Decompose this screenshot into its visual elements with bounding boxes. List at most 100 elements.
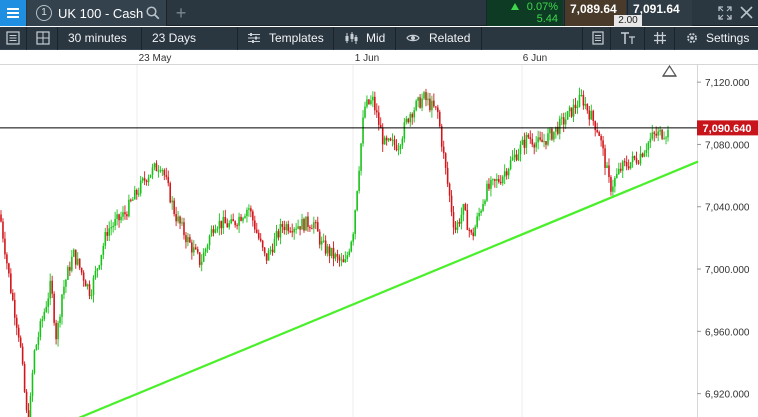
templates-button[interactable]: Templates — [238, 27, 334, 50]
candle-body — [31, 372, 34, 396]
menu-button[interactable] — [0, 0, 26, 26]
candle-body — [421, 98, 423, 108]
candle-body — [330, 247, 333, 256]
candle-body — [67, 267, 69, 280]
candle-body — [625, 162, 628, 167]
text-tool-button[interactable] — [611, 27, 645, 50]
candle-body — [387, 138, 390, 141]
candle-body — [214, 229, 217, 233]
candle-body — [460, 214, 463, 224]
trend-line[interactable] — [36, 160, 699, 417]
candle-body — [372, 96, 374, 101]
expand-icon[interactable] — [718, 6, 732, 20]
settings-button[interactable]: Settings — [675, 27, 758, 50]
candle-body — [269, 249, 272, 251]
candle-body — [228, 223, 231, 228]
candle-body — [454, 227, 457, 230]
candle-body — [539, 137, 541, 140]
candle-body — [511, 157, 514, 161]
candle-body — [124, 212, 126, 215]
related-button[interactable]: Related — [396, 27, 482, 50]
candle-body — [667, 129, 669, 138]
chart-list-button[interactable] — [0, 27, 27, 50]
candle-body — [407, 118, 410, 123]
candle-body — [391, 139, 394, 141]
notes-button[interactable] — [582, 27, 611, 50]
candle-body — [362, 117, 364, 144]
candlesticks — [0, 87, 669, 417]
candle-body — [537, 137, 539, 143]
candle-body — [55, 322, 57, 340]
candle-body — [257, 232, 260, 239]
candle-body — [41, 319, 44, 322]
candle-body — [43, 311, 46, 320]
scroll-to-latest-button[interactable] — [661, 64, 678, 77]
candle-body — [446, 167, 449, 184]
candle-body — [450, 195, 453, 213]
candle-body — [13, 299, 16, 318]
candles-icon — [345, 32, 358, 44]
candle-body — [383, 137, 386, 145]
candle-body — [72, 249, 75, 257]
candle-body — [651, 132, 654, 139]
candle-body — [592, 110, 595, 122]
candle-body — [147, 177, 150, 182]
candle-body — [59, 316, 61, 323]
candle-body — [348, 251, 351, 256]
eye-icon — [406, 34, 420, 42]
grid-button[interactable] — [645, 27, 675, 50]
candle-body — [76, 258, 79, 265]
candle-body — [529, 137, 532, 140]
candle-body — [299, 226, 301, 230]
candle-body — [322, 240, 325, 242]
chart-canvas[interactable]: 23 May 1 Jun 6 Jun 7,120.000 7,080.000 7,0… — [0, 51, 758, 417]
candle-body — [74, 249, 77, 265]
price-type-selector[interactable]: Mid — [334, 27, 396, 50]
candle-body — [429, 98, 431, 111]
candle-body — [33, 350, 36, 373]
search-icon[interactable] — [146, 6, 160, 20]
candle-body — [145, 180, 148, 182]
candle-body — [553, 131, 555, 140]
candle-body — [133, 190, 136, 200]
candle-body — [37, 336, 40, 345]
date-label-1-jun: 1 Jun — [355, 53, 379, 64]
candle-body — [153, 163, 156, 168]
candle-body — [122, 212, 124, 217]
close-icon[interactable] — [740, 6, 753, 19]
candle-body — [486, 183, 488, 201]
candle-body — [560, 117, 563, 119]
interval-selector[interactable]: 30 minutes — [58, 27, 142, 50]
candle-body — [598, 132, 600, 137]
candle-body — [90, 295, 93, 297]
candle-body — [334, 254, 337, 259]
menu-icon-line — [7, 8, 19, 10]
range-selector[interactable]: 23 Days — [142, 27, 238, 50]
interval-label: 30 minutes — [68, 31, 127, 45]
price-chart[interactable]: 23 May 1 Jun 6 Jun 7,120.000 7,080.000 7,0… — [0, 51, 758, 417]
candle-body — [194, 247, 197, 250]
candle-body — [558, 118, 561, 134]
candle-body — [499, 181, 502, 184]
candle-body — [116, 214, 118, 219]
candle-body — [385, 137, 388, 141]
candle-body — [364, 106, 366, 118]
candle-body — [517, 154, 520, 161]
candle-body — [610, 176, 612, 192]
candle-body — [224, 216, 227, 224]
candle-body — [431, 100, 433, 111]
candle-body — [2, 221, 4, 239]
candle-body — [196, 249, 199, 253]
candle-body — [143, 178, 146, 181]
add-tab-button[interactable]: + — [171, 2, 191, 24]
menu-icon-line — [7, 16, 19, 18]
candle-body — [370, 100, 372, 104]
candle-body — [336, 254, 339, 257]
candle-body — [397, 149, 400, 151]
layout-button[interactable] — [27, 27, 58, 50]
candle-body — [342, 259, 345, 263]
candle-body — [39, 321, 42, 337]
candle-body — [623, 161, 626, 163]
candle-body — [84, 280, 87, 287]
candle-body — [259, 238, 262, 241]
